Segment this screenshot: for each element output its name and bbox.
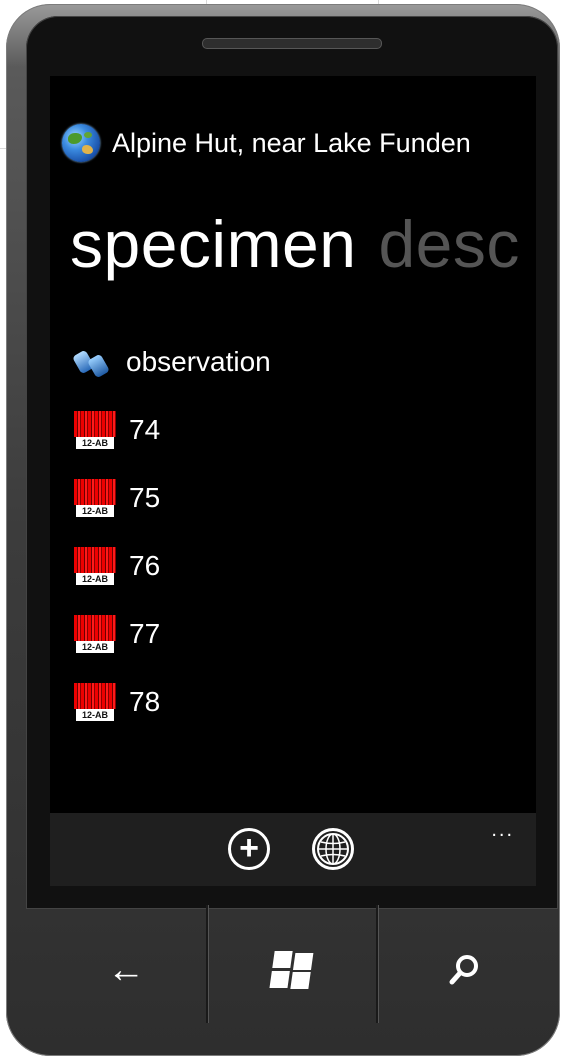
search-icon xyxy=(449,955,478,985)
list-item-label: 75 xyxy=(129,482,161,513)
map-button[interactable] xyxy=(312,828,354,870)
barcode-icon: 12-AB xyxy=(74,479,116,517)
barcode-icon: 12-AB xyxy=(74,411,116,449)
back-arrow-icon: ← xyxy=(107,948,145,991)
list-item-label: 77 xyxy=(129,618,161,649)
list-item-observation[interactable]: observation xyxy=(72,328,271,396)
list-item[interactable]: 12-AB 78 xyxy=(74,668,271,736)
barcode-icon: 12-AB xyxy=(74,683,116,721)
search-button[interactable] xyxy=(384,915,544,1025)
specimen-list: observation 12-AB 74 12-AB 75 12-AB 76 1… xyxy=(72,328,271,736)
app-bar: + ... xyxy=(50,813,536,886)
pivot-header: specimen desc xyxy=(70,206,520,282)
globe-wireframe-icon xyxy=(317,833,349,865)
divider xyxy=(206,905,208,1023)
app-header: Alpine Hut, near Lake Funden xyxy=(62,123,471,163)
windows-logo-icon xyxy=(269,951,314,989)
list-item[interactable]: 12-AB 74 xyxy=(74,396,271,464)
binoculars-icon xyxy=(72,346,110,379)
list-item[interactable]: 12-AB 75 xyxy=(74,464,271,532)
add-button[interactable]: + xyxy=(228,828,270,870)
list-item-label: observation xyxy=(126,346,271,377)
more-options-button[interactable]: ... xyxy=(491,819,514,842)
list-item[interactable]: 12-AB 76 xyxy=(74,532,271,600)
start-button[interactable] xyxy=(212,915,372,1025)
barcode-icon: 12-AB xyxy=(74,547,116,585)
add-icon: + xyxy=(239,828,259,867)
phone-screen: Alpine Hut, near Lake Funden specimen des… xyxy=(50,76,536,886)
list-item-label: 76 xyxy=(129,550,161,581)
barcode-icon: 12-AB xyxy=(74,615,116,653)
list-item-label: 78 xyxy=(129,686,161,717)
divider xyxy=(376,905,378,1023)
hardware-buttons: ← xyxy=(6,905,560,1056)
back-button[interactable]: ← xyxy=(46,915,206,1025)
pivot-item-specimen[interactable]: specimen xyxy=(70,207,356,281)
list-item[interactable]: 12-AB 77 xyxy=(74,600,271,668)
app-title: Alpine Hut, near Lake Funden xyxy=(112,127,471,158)
list-item-label: 74 xyxy=(129,414,161,445)
globe-icon xyxy=(62,124,100,162)
phone-speaker xyxy=(202,38,382,49)
pivot-item-description[interactable]: desc xyxy=(378,207,519,281)
